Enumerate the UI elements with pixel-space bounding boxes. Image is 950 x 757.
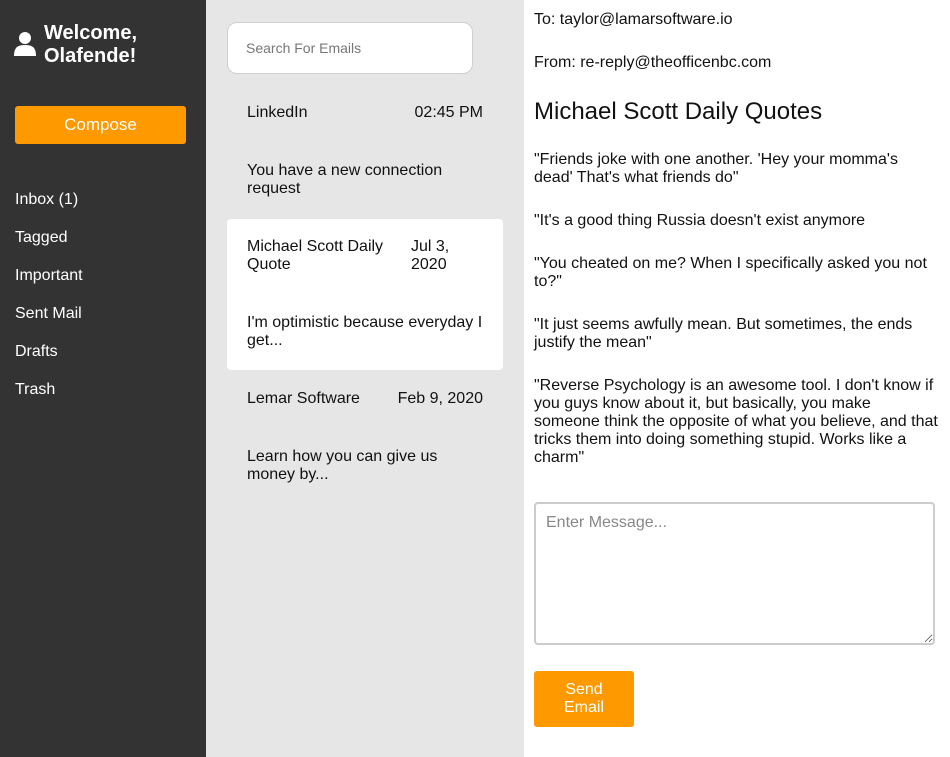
quote-paragraph: "It's a good thing Russia doesn't exist … <box>534 212 866 229</box>
sidebar-item-tagged[interactable]: Tagged <box>15 228 83 266</box>
sidebar-item-trash[interactable]: Trash <box>15 380 83 418</box>
compose-button[interactable]: Compose <box>15 106 186 144</box>
email-to: To: taylor@lamarsoftware.io <box>534 11 733 28</box>
email-preview: You have a new connection request <box>247 162 443 197</box>
email-list-item[interactable]: LinkedIn 02:45 PM You have a new connect… <box>227 95 503 211</box>
email-preview: Learn how you can give us money by... <box>247 448 438 483</box>
reading-pane: To: taylor@lamarsoftware.io From: re-rep… <box>524 0 950 757</box>
welcome-block: Welcome, Olafende! <box>14 22 154 68</box>
quote-paragraph: "You cheated on me? When I specifically … <box>534 255 927 290</box>
sidebar-nav: Inbox (1) Tagged Important Sent Mail Dra… <box>15 190 83 418</box>
email-app: Welcome, Olafende! Compose Inbox (1) Tag… <box>0 0 950 757</box>
email-body: "Friends joke with one another. 'Hey you… <box>534 151 939 492</box>
send-email-button[interactable]: Send Email <box>534 671 634 727</box>
sidebar: Welcome, Olafende! Compose Inbox (1) Tag… <box>0 0 206 757</box>
email-preview: I'm optimistic because everyday I get... <box>247 314 483 349</box>
email-sender: Michael Scott Daily Quote <box>247 238 384 273</box>
email-head: LinkedIn 02:45 PM <box>247 104 483 122</box>
email-list-item-selected[interactable]: Michael Scott Daily Quote Jul 3, 2020 I'… <box>227 219 503 370</box>
search-input[interactable] <box>227 22 473 74</box>
email-list-column: LinkedIn 02:45 PM You have a new connect… <box>206 0 524 757</box>
email-from: From: re-reply@theofficenbc.com <box>534 54 772 71</box>
sidebar-item-important[interactable]: Important <box>15 266 83 304</box>
email-date: 02:45 PM <box>414 104 483 121</box>
email-head: Michael Scott Daily Quote Jul 3, 2020 <box>247 238 483 274</box>
sidebar-item-inbox[interactable]: Inbox (1) <box>15 190 83 228</box>
welcome-text: Welcome, Olafende! <box>44 22 137 67</box>
quote-paragraph: "Friends joke with one another. 'Hey you… <box>534 151 898 186</box>
email-list-item[interactable]: Lemar Software Feb 9, 2020 Learn how you… <box>227 381 503 497</box>
quote-paragraph: "Reverse Psychology is an awesome tool. … <box>534 377 938 466</box>
email-sender: Lemar Software <box>247 390 360 407</box>
sidebar-item-sent-mail[interactable]: Sent Mail <box>15 304 83 342</box>
sidebar-item-drafts[interactable]: Drafts <box>15 342 83 380</box>
email-date: Jul 3, 2020 <box>411 238 450 273</box>
email-subject: Michael Scott Daily Quotes <box>534 98 823 125</box>
email-sender: LinkedIn <box>247 104 308 121</box>
quote-paragraph: "It just seems awfully mean. But sometim… <box>534 316 913 351</box>
email-head: Lemar Software Feb 9, 2020 <box>247 390 483 408</box>
user-icon <box>14 32 36 56</box>
message-input[interactable] <box>534 502 935 645</box>
email-date: Feb 9, 2020 <box>397 390 483 407</box>
